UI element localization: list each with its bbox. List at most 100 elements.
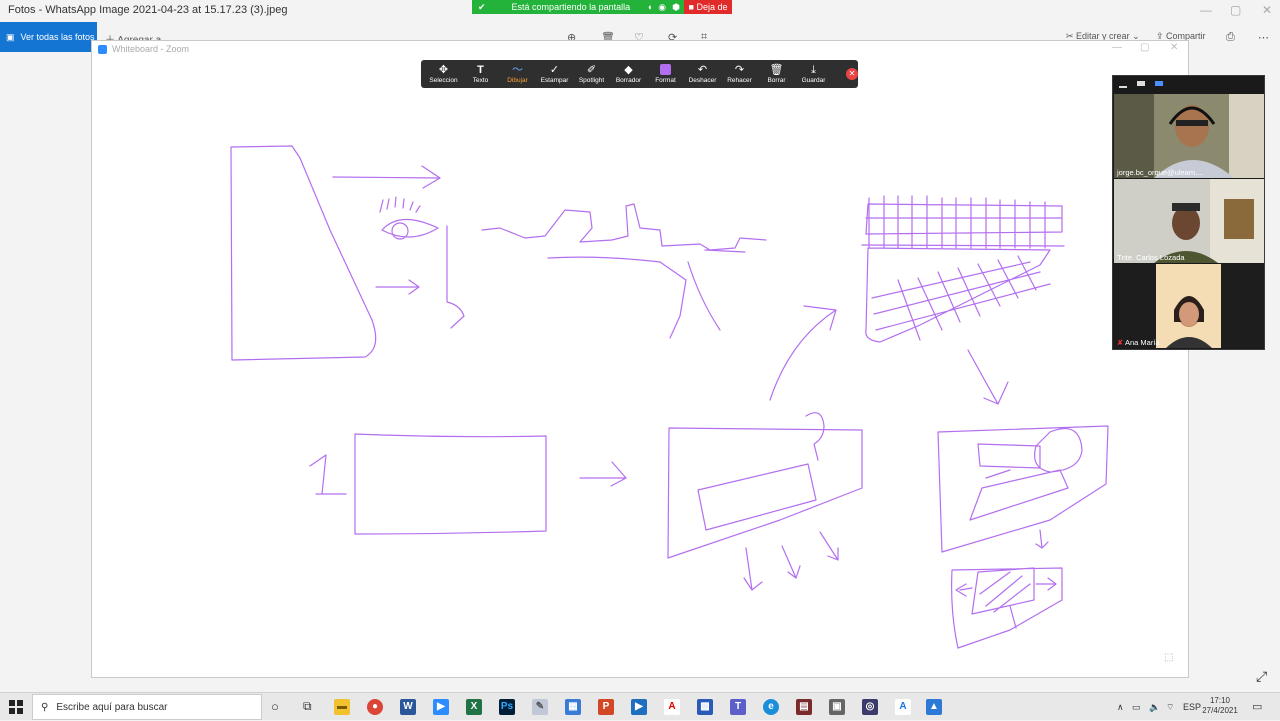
spotlight-icon: ✐ [586,63,597,76]
stroke-number-one [309,454,347,495]
zoom-taskbar-icon[interactable]: ▶ [433,699,449,715]
see-all-photos-button[interactable]: ▣ Ver todas las fotos [0,22,97,52]
acrobat-icon[interactable]: A [664,699,680,715]
tool-text[interactable]: T Texto [462,60,499,88]
zoom-app-icon [98,44,107,54]
tool-eraser[interactable]: ◆ Borrador [610,60,647,88]
volume-icon[interactable]: 🔈 [1149,702,1160,713]
app-icon-b[interactable]: ◎ [862,699,878,715]
tool-clear[interactable]: 🗑 Borrar [758,60,795,88]
format-color-swatch-icon [660,63,671,77]
print-icon[interactable]: ⎙ [1226,31,1235,44]
participant-name: Ana María [1117,338,1160,347]
tool-label: Dibujar [507,76,528,84]
excel-icon[interactable]: X [466,699,482,715]
minimize-icon[interactable]: — [1200,3,1212,17]
participant-tile[interactable]: jorge.bc_orque@uleam.... [1114,94,1264,178]
stroke-box-b [667,412,863,591]
save-icon: ⤓ [811,63,816,76]
paint-icon[interactable]: ✎ [532,699,548,715]
close-icon[interactable]: ✕ [1262,3,1272,17]
task-view-icon[interactable]: ⧉ [303,699,312,714]
more-icon[interactable]: ⋯ [1258,31,1269,44]
stroke-rect-a [354,433,547,535]
app-icon-c[interactable]: A [895,699,911,715]
participant-tile[interactable]: Tnte. Carlos Lozada [1114,179,1264,263]
tool-label: Rehacer [727,76,752,84]
stop-share-button[interactable]: ■ Deja de [684,0,732,14]
participant-tile[interactable]: Ana María [1114,264,1264,348]
expand-icon[interactable]: ⤢ [1256,668,1267,685]
tool-select[interactable]: ✥ Seleccion [425,60,462,88]
stroke-box-c [937,425,1109,553]
photoshop-icon[interactable]: Ps [499,699,515,715]
teams-icon[interactable]: T [730,699,746,715]
tool-format[interactable]: Format [647,60,684,88]
share-shield-icon[interactable]: ⬢ [672,2,680,13]
tool-undo[interactable]: ↶ Deshacer [684,60,721,88]
winrar-icon[interactable]: ▤ [796,699,812,715]
panel-single-view-icon[interactable] [1137,81,1145,86]
video-panel-controls [1113,76,1264,94]
tool-draw[interactable]: 〜 Dibujar [499,60,536,88]
powerpoint-icon[interactable]: P [598,699,614,715]
maximize-icon[interactable]: ▢ [1230,3,1241,17]
app-icon-a[interactable]: ▣ [829,699,845,715]
clock-date: 27/4/2021 [1202,706,1238,715]
share-pause-icon[interactable]: ◉ [658,2,666,13]
stroke-terrain [481,203,767,339]
stamp-icon: ✓ [549,63,560,76]
photos-window-title: Fotos - WhatsApp Image 2021-04-23 at 15.… [8,4,288,16]
notifications-icon[interactable]: ▭ [1252,700,1262,713]
stroke-arrow-mid [375,279,420,295]
whiteboard-close-button[interactable]: ✕ [846,68,858,80]
tool-redo[interactable]: ↷ Rehacer [721,60,758,88]
board-page-icon[interactable]: ⬚ [1164,652,1173,663]
share-mic-icon[interactable]: ◖ [647,2,652,12]
stroke-arrow-down [967,349,1009,405]
media-player-icon[interactable]: ▶ [631,699,647,715]
calculator-icon[interactable]: ▦ [565,699,581,715]
zoom-close-icon[interactable]: ✕ [1170,42,1178,53]
zoom-minimize-icon[interactable]: — [1112,42,1122,53]
edge-icon[interactable]: e [763,699,779,715]
trash-icon: 🗑 [769,63,784,76]
tool-label: Deshacer [688,76,717,84]
tool-label: Seleccion [429,76,458,84]
tool-label: Texto [472,76,489,84]
taskbar-clock[interactable]: 17:10 27/4/2021 [1200,696,1240,716]
photos-taskbar-icon[interactable]: ▲ [926,699,942,715]
eraser-icon: ◆ [624,63,633,76]
language-indicator[interactable]: ESP [1183,702,1201,712]
qr-app-icon[interactable]: ▩ [697,699,713,715]
video-participants-panel: jorge.bc_orque@uleam.... Tnte. Carlos Lo… [1112,75,1265,350]
cortana-icon[interactable]: ○ [271,699,279,714]
tray-overflow-icon[interactable]: ∧ [1117,702,1124,713]
tool-save[interactable]: ⤓ Guardar [795,60,832,88]
panel-minimize-icon[interactable] [1119,86,1127,88]
stop-square-icon: ■ [688,2,697,12]
tool-label: Guardar [801,76,826,84]
panel-gallery-view-icon[interactable] [1155,81,1163,86]
see-all-photos-label: Ver todas las fotos [20,32,95,42]
chrome-icon[interactable]: ● [367,699,383,715]
zoom-maximize-icon[interactable]: ▢ [1140,42,1149,53]
tool-label: Spotlight [578,76,605,84]
text-icon: T [477,63,484,76]
tool-stamp[interactable]: ✓ Estampar [536,60,573,88]
clock-time: 17:10 [1209,696,1231,705]
whiteboard-canvas[interactable] [92,90,1188,676]
wifi-icon[interactable]: ⌔ [1166,702,1174,713]
battery-icon[interactable]: ▭ [1132,702,1141,713]
word-icon[interactable]: W [400,699,416,715]
start-button[interactable] [0,693,32,721]
taskbar-search[interactable]: ⚲ Escribe aquí para buscar [32,694,262,720]
format-swatch [660,63,671,75]
file-explorer-icon[interactable]: ▬ [334,699,350,715]
whiteboard-toolbar: ✥ Seleccion T Texto 〜 Dibujar ✓ Estampar ✐ Sp… [421,60,858,88]
windows-taskbar: ⚲ Escribe aquí para buscar ○ ⧉ ▬ ● W ▶ X… [0,692,1280,720]
undo-icon: ↶ [697,63,708,76]
tool-spotlight[interactable]: ✐ Spotlight [573,60,610,88]
tool-label: Borrador [615,76,642,84]
photos-icon: ▣ [6,31,15,42]
